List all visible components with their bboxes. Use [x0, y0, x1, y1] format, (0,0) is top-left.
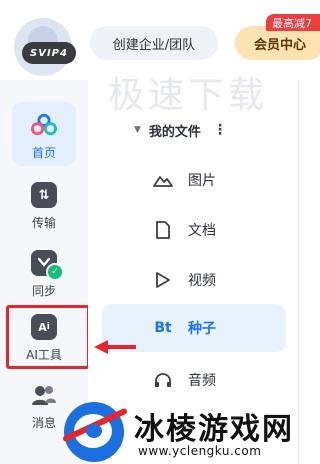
member-center-button[interactable]: 会员中心 — [235, 26, 320, 60]
nav-item-label: 图片 — [188, 173, 216, 189]
nav-item-label: 视频 — [188, 273, 216, 289]
headphones-icon — [152, 369, 174, 391]
transfer-icon: ⇅ — [31, 182, 57, 208]
site-logo-icon — [62, 402, 128, 462]
message-icon — [31, 382, 57, 408]
caret-down-icon[interactable]: ▼ — [134, 125, 141, 135]
image-icon — [152, 169, 174, 191]
section-title: 我的文件 — [148, 124, 201, 140]
document-icon — [152, 219, 174, 241]
sidebar-item-sync[interactable]: ✓ 同步 — [12, 240, 76, 306]
watermark-text: 极速下载 — [108, 75, 269, 116]
vip-badge: SVIP4 — [22, 42, 76, 64]
nav-item-images[interactable]: 图片 — [102, 156, 286, 204]
sync-icon: ✓ — [31, 250, 64, 281]
more-icon[interactable]: ⋮ — [213, 122, 227, 138]
nav-item-label: 文档 — [188, 223, 216, 239]
my-files-header[interactable]: ▼ 我的文件 ⋮ — [134, 120, 227, 140]
check-icon: ✓ — [46, 263, 64, 281]
sidebar-item-home[interactable]: 首页 — [12, 102, 76, 166]
site-watermark: 冰棱游戏网 www.yclengku.com — [62, 398, 314, 464]
sidebar-item-label: 消息 — [31, 416, 56, 430]
play-icon — [152, 269, 174, 291]
sidebar-item-label: 首页 — [31, 146, 56, 160]
nav-item-audio[interactable]: 音频 — [102, 356, 286, 404]
annotation-arrow-icon — [94, 340, 136, 354]
nav-item-videos[interactable]: 视频 — [102, 256, 286, 304]
torrent-icon: Bt — [154, 320, 172, 336]
nav-item-documents[interactable]: 文档 — [102, 206, 286, 254]
cloud-icon — [31, 112, 57, 138]
promo-tag: 最高减7 — [266, 14, 320, 31]
nav-item-label: 音频 — [188, 373, 216, 389]
watermark-title: 冰棱游戏网 — [134, 412, 294, 447]
sidebar-item-label: 传输 — [31, 216, 56, 230]
create-enterprise-button[interactable]: 创建企业/团队 — [90, 26, 218, 60]
sidebar-item-label: 同步 — [31, 284, 56, 298]
nav-item-label: 种子 — [188, 321, 216, 337]
sidebar-item-transfer[interactable]: ⇅ 传输 — [12, 172, 76, 238]
watermark-url: www.yclengku.com — [138, 444, 262, 458]
highlight-annotation-box — [6, 305, 90, 369]
